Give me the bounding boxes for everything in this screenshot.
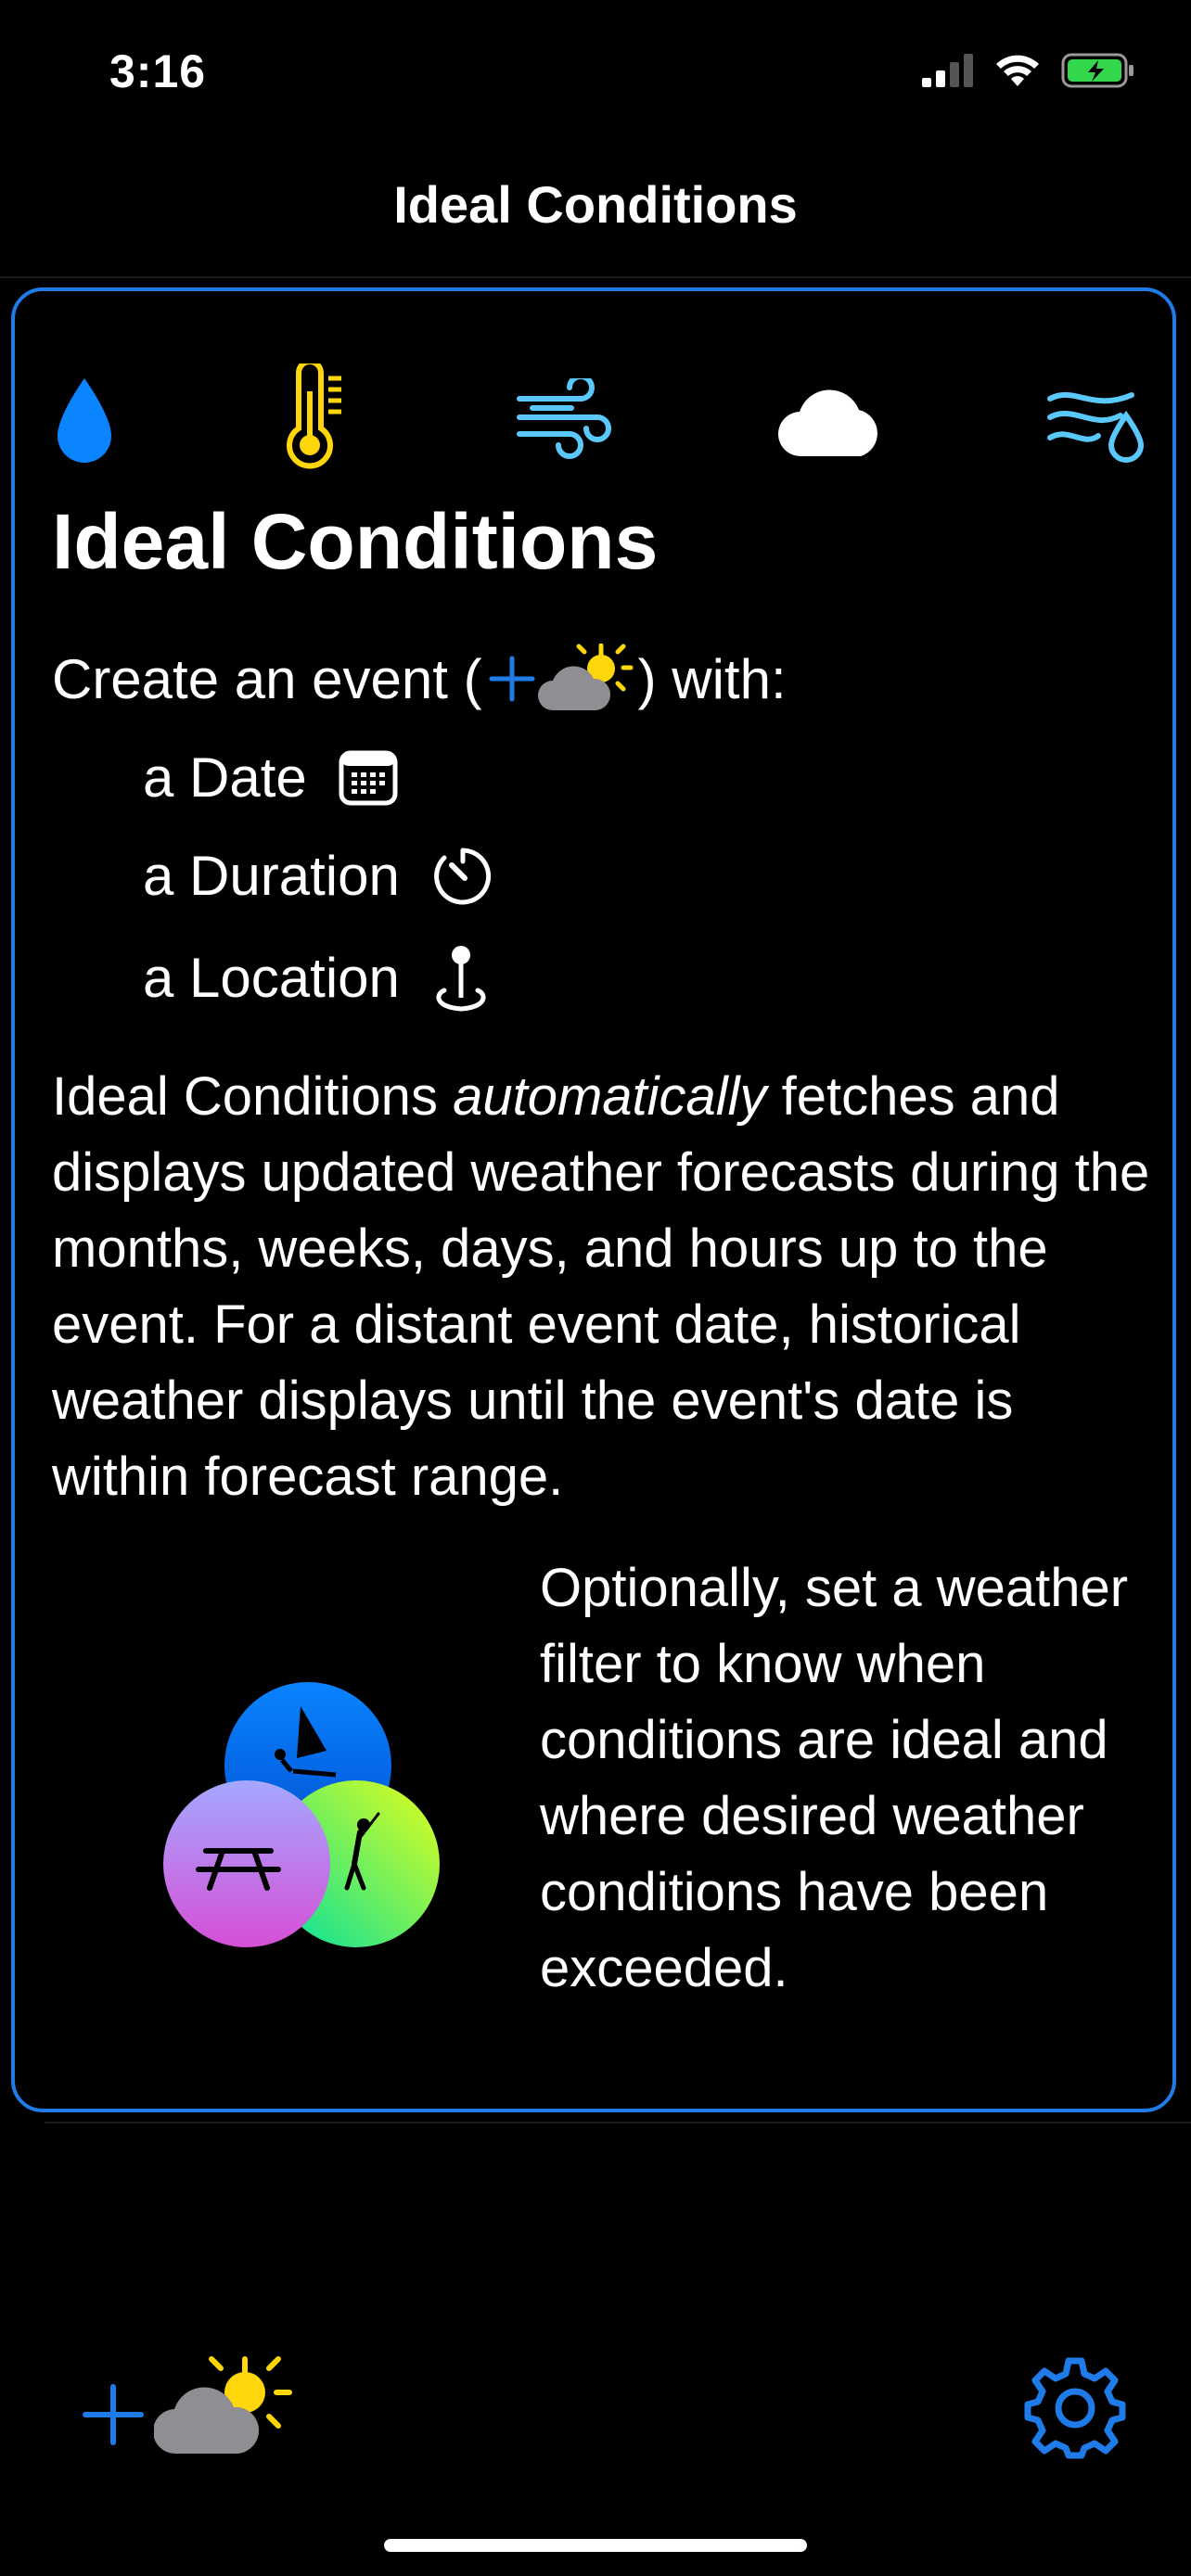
location-pin-icon — [436, 946, 486, 1012]
card-title: Ideal Conditions — [52, 498, 659, 585]
nav-divider — [0, 276, 1191, 278]
requirement-label: a Location — [143, 946, 400, 1009]
add-event-inline-icon — [486, 644, 634, 714]
thermometer-icon — [287, 363, 341, 469]
status-icons — [922, 52, 1135, 89]
requirement-label: a Date — [143, 746, 307, 809]
timer-icon — [433, 848, 491, 904]
cloud-sun-icon — [537, 644, 634, 710]
add-event-button[interactable] — [78, 2346, 301, 2467]
create-prefix: Create an event ( — [52, 647, 482, 710]
wind-icon — [517, 378, 611, 459]
info-card: Ideal Conditions Create an event ( ) wit… — [11, 287, 1176, 2112]
cloud-icon — [777, 389, 877, 457]
status-bar: 3:16 — [0, 0, 1191, 148]
cloud-sun-icon — [154, 2356, 292, 2455]
requirement-date: a Date — [143, 746, 398, 810]
description-part2: fetches and displays updated weather for… — [52, 1066, 1150, 1507]
requirement-label: a Duration — [143, 845, 400, 907]
description-emphasis: automatically — [453, 1066, 767, 1127]
activities-venn-icon — [163, 1682, 440, 1947]
requirement-location: a Location — [143, 942, 491, 1013]
wifi-icon — [996, 55, 1039, 86]
wind-rain-icon — [1047, 392, 1145, 463]
plus-icon — [489, 656, 535, 702]
plus-icon — [83, 2384, 144, 2445]
description-paragraph: Ideal Conditions automatically fetches a… — [52, 1059, 1165, 1515]
nav-title: Ideal Conditions — [393, 175, 798, 234]
gear-icon — [1024, 2357, 1126, 2459]
filter-paragraph: Optionally, set a weather filter to know… — [540, 1558, 1129, 1998]
home-indicator[interactable] — [384, 2539, 807, 2552]
create-suffix: ) with: — [637, 647, 787, 710]
requirement-duration: a Duration — [143, 844, 494, 908]
calendar-icon — [339, 750, 398, 805]
create-event-line: Create an event ( ) with: — [52, 644, 787, 714]
description-part1: Ideal Conditions — [52, 1066, 454, 1127]
status-time: 3:16 — [109, 45, 207, 97]
settings-button[interactable] — [1022, 2355, 1128, 2461]
cellular-signal-icon — [922, 54, 973, 87]
weather-icon-row — [15, 356, 1172, 486]
drop-icon — [58, 378, 111, 463]
battery-charging-icon — [1061, 53, 1133, 88]
bottom-divider — [45, 2122, 1191, 2123]
